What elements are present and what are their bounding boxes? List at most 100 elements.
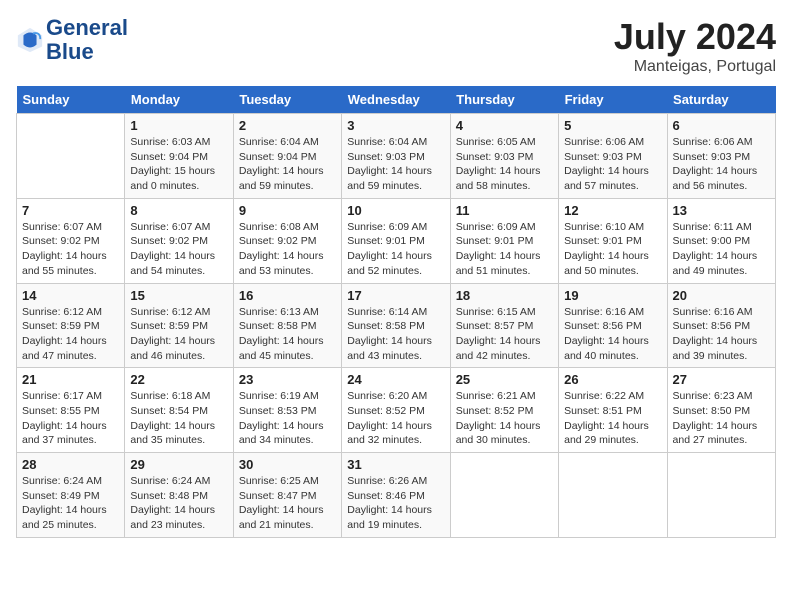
logo-line2: Blue: [46, 40, 128, 64]
calendar-cell: 4 Sunrise: 6:05 AMSunset: 9:03 PMDayligh…: [450, 114, 558, 199]
day-info: Sunrise: 6:24 AMSunset: 8:49 PMDaylight:…: [22, 474, 119, 533]
day-info: Sunrise: 6:07 AMSunset: 9:02 PMDaylight:…: [130, 220, 227, 279]
calendar-cell: 20 Sunrise: 6:16 AMSunset: 8:56 PMDaylig…: [667, 283, 775, 368]
day-info: Sunrise: 6:06 AMSunset: 9:03 PMDaylight:…: [673, 135, 770, 194]
day-number: 9: [239, 203, 336, 218]
day-number: 1: [130, 118, 227, 133]
calendar-cell: 30 Sunrise: 6:25 AMSunset: 8:47 PMDaylig…: [233, 453, 341, 538]
calendar-cell: 24 Sunrise: 6:20 AMSunset: 8:52 PMDaylig…: [342, 368, 450, 453]
day-number: 25: [456, 372, 553, 387]
col-wednesday: Wednesday: [342, 86, 450, 114]
day-number: 15: [130, 288, 227, 303]
calendar-cell: 18 Sunrise: 6:15 AMSunset: 8:57 PMDaylig…: [450, 283, 558, 368]
day-info: Sunrise: 6:06 AMSunset: 9:03 PMDaylight:…: [564, 135, 661, 194]
day-number: 2: [239, 118, 336, 133]
calendar-cell: 31 Sunrise: 6:26 AMSunset: 8:46 PMDaylig…: [342, 453, 450, 538]
day-number: 12: [564, 203, 661, 218]
day-info: Sunrise: 6:03 AMSunset: 9:04 PMDaylight:…: [130, 135, 227, 194]
day-info: Sunrise: 6:19 AMSunset: 8:53 PMDaylight:…: [239, 389, 336, 448]
day-number: 17: [347, 288, 444, 303]
calendar-cell: [667, 453, 775, 538]
calendar-cell: 23 Sunrise: 6:19 AMSunset: 8:53 PMDaylig…: [233, 368, 341, 453]
day-info: Sunrise: 6:23 AMSunset: 8:50 PMDaylight:…: [673, 389, 770, 448]
location: Manteigas, Portugal: [614, 58, 776, 76]
day-info: Sunrise: 6:11 AMSunset: 9:00 PMDaylight:…: [673, 220, 770, 279]
col-thursday: Thursday: [450, 86, 558, 114]
calendar-cell: [450, 453, 558, 538]
day-info: Sunrise: 6:18 AMSunset: 8:54 PMDaylight:…: [130, 389, 227, 448]
day-info: Sunrise: 6:08 AMSunset: 9:02 PMDaylight:…: [239, 220, 336, 279]
calendar-cell: 9 Sunrise: 6:08 AMSunset: 9:02 PMDayligh…: [233, 198, 341, 283]
day-info: Sunrise: 6:20 AMSunset: 8:52 PMDaylight:…: [347, 389, 444, 448]
day-number: 8: [130, 203, 227, 218]
day-number: 16: [239, 288, 336, 303]
calendar-cell: 14 Sunrise: 6:12 AMSunset: 8:59 PMDaylig…: [17, 283, 125, 368]
calendar-cell: 10 Sunrise: 6:09 AMSunset: 9:01 PMDaylig…: [342, 198, 450, 283]
col-monday: Monday: [125, 86, 233, 114]
logo-icon: [16, 26, 44, 54]
day-number: 31: [347, 457, 444, 472]
day-info: Sunrise: 6:15 AMSunset: 8:57 PMDaylight:…: [456, 305, 553, 364]
calendar-header: Sunday Monday Tuesday Wednesday Thursday…: [17, 86, 776, 114]
day-number: 27: [673, 372, 770, 387]
day-number: 20: [673, 288, 770, 303]
day-info: Sunrise: 6:12 AMSunset: 8:59 PMDaylight:…: [22, 305, 119, 364]
header-row: Sunday Monday Tuesday Wednesday Thursday…: [17, 86, 776, 114]
day-info: Sunrise: 6:04 AMSunset: 9:03 PMDaylight:…: [347, 135, 444, 194]
day-number: 21: [22, 372, 119, 387]
day-info: Sunrise: 6:13 AMSunset: 8:58 PMDaylight:…: [239, 305, 336, 364]
day-info: Sunrise: 6:12 AMSunset: 8:59 PMDaylight:…: [130, 305, 227, 364]
logo-text: General Blue: [46, 16, 128, 64]
calendar-cell: 11 Sunrise: 6:09 AMSunset: 9:01 PMDaylig…: [450, 198, 558, 283]
calendar-cell: [17, 114, 125, 199]
day-number: 13: [673, 203, 770, 218]
month-year: July 2024: [614, 16, 776, 58]
day-number: 30: [239, 457, 336, 472]
day-info: Sunrise: 6:09 AMSunset: 9:01 PMDaylight:…: [347, 220, 444, 279]
day-number: 11: [456, 203, 553, 218]
col-saturday: Saturday: [667, 86, 775, 114]
calendar-cell: 27 Sunrise: 6:23 AMSunset: 8:50 PMDaylig…: [667, 368, 775, 453]
calendar-cell: 15 Sunrise: 6:12 AMSunset: 8:59 PMDaylig…: [125, 283, 233, 368]
calendar-cell: 16 Sunrise: 6:13 AMSunset: 8:58 PMDaylig…: [233, 283, 341, 368]
day-info: Sunrise: 6:10 AMSunset: 9:01 PMDaylight:…: [564, 220, 661, 279]
calendar-body: 1 Sunrise: 6:03 AMSunset: 9:04 PMDayligh…: [17, 114, 776, 538]
calendar-cell: 25 Sunrise: 6:21 AMSunset: 8:52 PMDaylig…: [450, 368, 558, 453]
col-friday: Friday: [559, 86, 667, 114]
day-number: 18: [456, 288, 553, 303]
calendar-week-3: 14 Sunrise: 6:12 AMSunset: 8:59 PMDaylig…: [17, 283, 776, 368]
day-info: Sunrise: 6:05 AMSunset: 9:03 PMDaylight:…: [456, 135, 553, 194]
calendar-cell: 7 Sunrise: 6:07 AMSunset: 9:02 PMDayligh…: [17, 198, 125, 283]
calendar-cell: 13 Sunrise: 6:11 AMSunset: 9:00 PMDaylig…: [667, 198, 775, 283]
calendar-cell: 22 Sunrise: 6:18 AMSunset: 8:54 PMDaylig…: [125, 368, 233, 453]
day-info: Sunrise: 6:25 AMSunset: 8:47 PMDaylight:…: [239, 474, 336, 533]
day-number: 29: [130, 457, 227, 472]
page-header: General Blue July 2024 Manteigas, Portug…: [16, 16, 776, 76]
day-number: 22: [130, 372, 227, 387]
calendar-table: Sunday Monday Tuesday Wednesday Thursday…: [16, 86, 776, 538]
day-info: Sunrise: 6:04 AMSunset: 9:04 PMDaylight:…: [239, 135, 336, 194]
calendar-cell: 3 Sunrise: 6:04 AMSunset: 9:03 PMDayligh…: [342, 114, 450, 199]
day-number: 3: [347, 118, 444, 133]
day-number: 7: [22, 203, 119, 218]
logo-line1: General: [46, 16, 128, 40]
calendar-week-4: 21 Sunrise: 6:17 AMSunset: 8:55 PMDaylig…: [17, 368, 776, 453]
calendar-week-1: 1 Sunrise: 6:03 AMSunset: 9:04 PMDayligh…: [17, 114, 776, 199]
day-number: 26: [564, 372, 661, 387]
day-info: Sunrise: 6:14 AMSunset: 8:58 PMDaylight:…: [347, 305, 444, 364]
calendar-cell: 21 Sunrise: 6:17 AMSunset: 8:55 PMDaylig…: [17, 368, 125, 453]
calendar-cell: 2 Sunrise: 6:04 AMSunset: 9:04 PMDayligh…: [233, 114, 341, 199]
day-info: Sunrise: 6:24 AMSunset: 8:48 PMDaylight:…: [130, 474, 227, 533]
day-number: 23: [239, 372, 336, 387]
title-block: July 2024 Manteigas, Portugal: [614, 16, 776, 76]
calendar-week-2: 7 Sunrise: 6:07 AMSunset: 9:02 PMDayligh…: [17, 198, 776, 283]
day-number: 28: [22, 457, 119, 472]
calendar-cell: 29 Sunrise: 6:24 AMSunset: 8:48 PMDaylig…: [125, 453, 233, 538]
day-number: 14: [22, 288, 119, 303]
calendar-cell: 12 Sunrise: 6:10 AMSunset: 9:01 PMDaylig…: [559, 198, 667, 283]
logo: General Blue: [16, 16, 128, 64]
day-info: Sunrise: 6:16 AMSunset: 8:56 PMDaylight:…: [564, 305, 661, 364]
day-number: 19: [564, 288, 661, 303]
day-info: Sunrise: 6:22 AMSunset: 8:51 PMDaylight:…: [564, 389, 661, 448]
calendar-cell: 6 Sunrise: 6:06 AMSunset: 9:03 PMDayligh…: [667, 114, 775, 199]
